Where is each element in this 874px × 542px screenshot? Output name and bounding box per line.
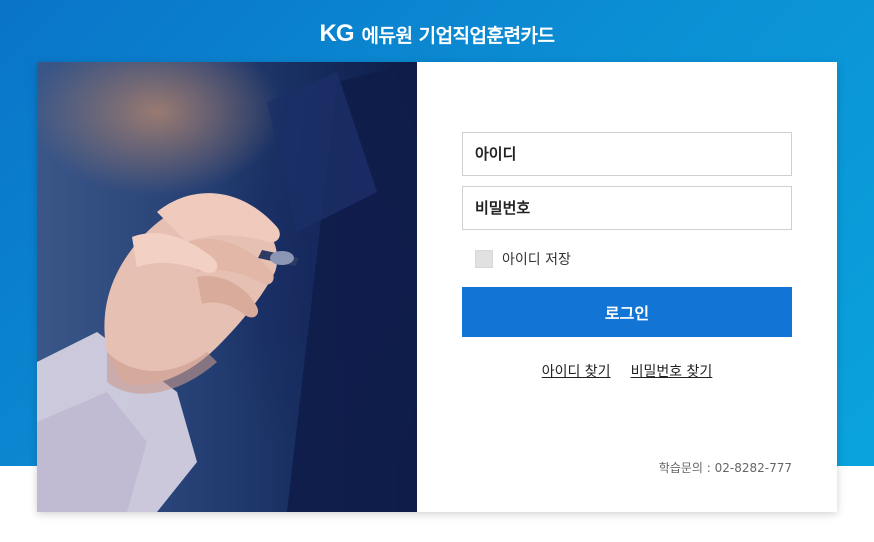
remember-id-row: 아이디 저장 — [475, 250, 792, 268]
login-button[interactable]: 로그인 — [462, 287, 792, 337]
login-card: 아이디 저장 로그인 아이디 찾기 비밀번호 찾기 학습문의 : 02-8282… — [37, 62, 837, 512]
find-id-link[interactable]: 아이디 찾기 — [542, 361, 611, 381]
remember-id-checkbox[interactable] — [475, 250, 493, 268]
hand-with-pen-illustration — [37, 62, 417, 512]
password-input[interactable] — [462, 186, 792, 230]
id-input[interactable] — [462, 132, 792, 176]
hero-image — [37, 62, 417, 512]
remember-id-label: 아이디 저장 — [502, 252, 571, 268]
find-password-link[interactable]: 비밀번호 찾기 — [631, 361, 713, 381]
site-header: KG 에듀원 기업직업훈련카드 — [0, 16, 874, 52]
kg-logo: KG — [319, 20, 355, 47]
account-links: 아이디 찾기 비밀번호 찾기 — [462, 361, 792, 381]
site-title: 에듀원 기업직업훈련카드 — [361, 24, 555, 47]
login-form: 아이디 저장 로그인 아이디 찾기 비밀번호 찾기 — [462, 132, 792, 381]
contact-info: 학습문의 : 02-8282-777 — [658, 461, 792, 475]
